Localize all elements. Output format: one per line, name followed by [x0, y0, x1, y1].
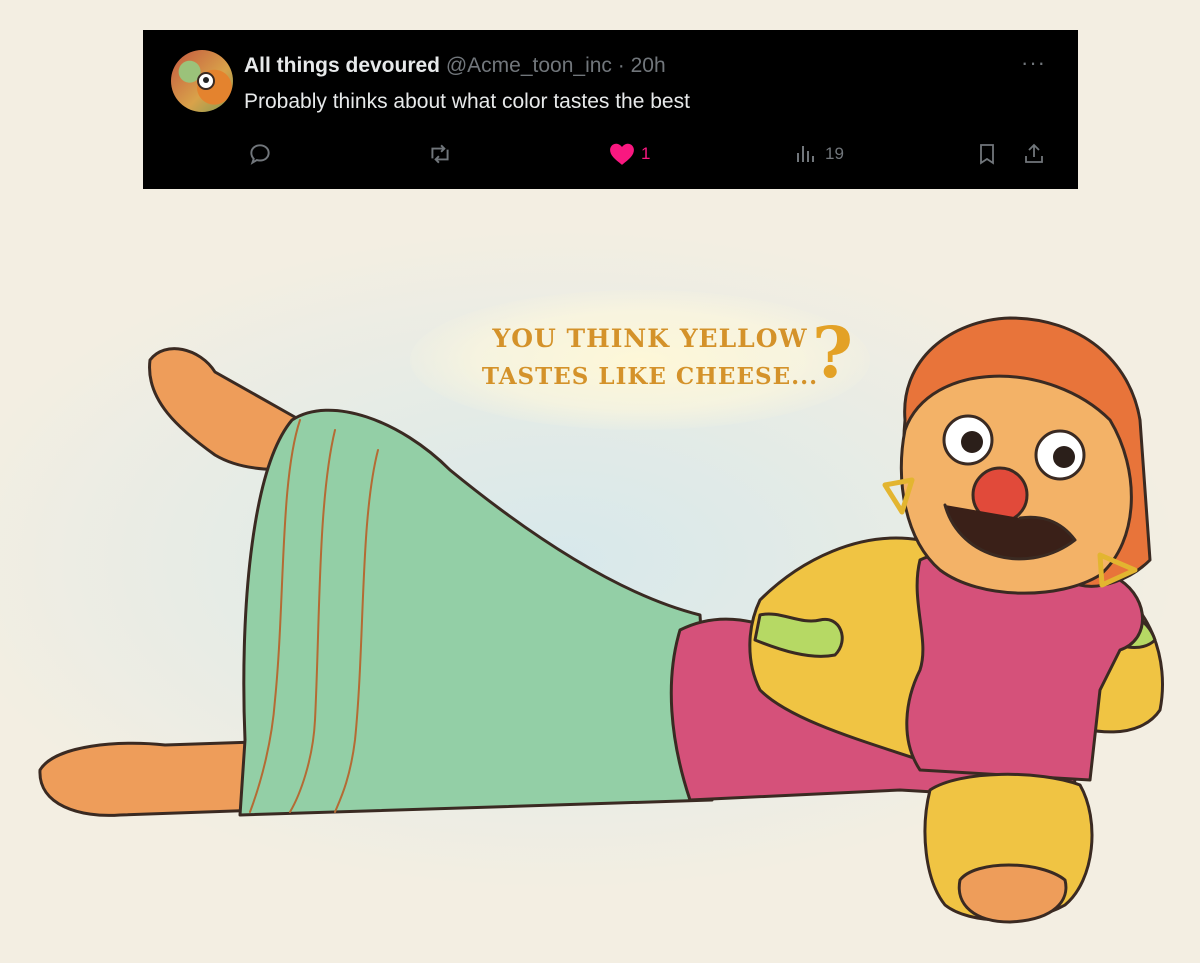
timestamp[interactable]: 20h: [631, 54, 666, 77]
like-button[interactable]: 1: [609, 140, 650, 168]
share-icon: [1025, 143, 1043, 163]
question-mark: ?: [812, 311, 854, 394]
separator: ·: [617, 54, 625, 77]
handle[interactable]: @Acme_toon_inc: [446, 54, 612, 77]
repost-button[interactable]: [426, 140, 454, 168]
display-name[interactable]: All things devoured: [244, 54, 440, 77]
more-options-icon[interactable]: ···: [1021, 50, 1046, 76]
views-icon: [797, 146, 814, 162]
like-count: 1: [641, 144, 651, 163]
avatar[interactable]: [171, 50, 233, 112]
heart-icon: [610, 143, 634, 165]
share-button[interactable]: [1022, 140, 1046, 168]
thought-line-2: TASTES LIKE CHEESE...: [481, 363, 819, 390]
bookmark-icon: [980, 144, 994, 165]
post-card[interactable]: All things devoured @Acme_toon_inc · 20h…: [143, 30, 1078, 189]
avatar-eye: [197, 72, 215, 90]
reply-icon: [250, 144, 270, 165]
views-count: 19: [825, 144, 844, 163]
thought-text: YOU THINK YELLOW TASTES LIKE CHEESE...: [470, 320, 830, 396]
bookmark-button[interactable]: [975, 140, 999, 168]
thought-line-1: YOU THINK YELLOW: [492, 324, 808, 353]
post-header: All things devoured @Acme_toon_inc · 20h: [244, 54, 666, 78]
repost-icon: [431, 144, 449, 164]
views-button[interactable]: 19: [793, 140, 844, 168]
reply-button[interactable]: [247, 140, 273, 168]
post-text: Probably thinks about what color tastes …: [244, 90, 690, 113]
